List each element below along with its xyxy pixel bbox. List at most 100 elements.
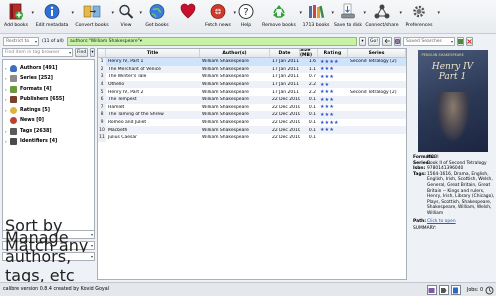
path-row: Path: Click to open [413,219,495,225]
cell-title: Romeo and Juliet [108,120,147,126]
edit-metadata-button[interactable]: Edit metadata ▾ [32,0,74,34]
help-label: Help [240,23,252,28]
tag-find-input[interactable]: Find item in tag browser ▾ [2,48,74,57]
tag-category-news[interactable]: News [0] [3,116,94,127]
row-number-header [98,49,106,57]
tag-browser-icon [441,287,447,293]
path-link[interactable]: Click to open [427,219,495,225]
table-row[interactable]: 4 Othello William Shakespeare 17 Jan 2011 2.… [98,80,406,89]
book-cover[interactable]: PENGUIN SHAKESPEARE Henry IV Part 1 [417,50,488,152]
table-row[interactable]: 11 Julius Caesar William Shakespeare 22 Dec… [98,133,406,142]
tag-browser-tree[interactable]: › Authors [491] › Series [252] › Formats… [2,59,95,239]
row-number: 9 [98,118,106,127]
save-search-button[interactable] [457,36,464,46]
view-button[interactable]: View ▾ [112,0,142,34]
preferences-dropdown-icon[interactable]: ▾ [437,10,440,16]
cell-author: William Shakespeare [202,135,249,141]
table-row[interactable]: 10 Macbeth William Shakespeare 22 Dec 2010 0… [98,126,406,134]
delete-search-icon [467,38,472,44]
clear-search-button[interactable] [382,36,392,46]
tag-category-tags[interactable]: › Tags [2638] [3,126,94,137]
cell-date: 17 Jan 2011 [272,82,299,88]
table-row[interactable]: 5 Henry IV, Part 2 William Shakespeare 17 J… [98,88,406,96]
book-list-table[interactable]: Title Author(s) Date Size (MB) Rating Se… [97,48,407,280]
search-options-button[interactable]: ▾ [359,36,366,46]
fetch-news-button[interactable]: Fetch news ▾ [202,0,236,34]
cell-date: 22 Dec 2010 [272,112,300,118]
jobs-indicator[interactable]: Jobs: 0 [467,288,483,293]
recycle-icon [270,2,288,20]
flag-icon[interactable] [394,36,401,46]
summary-row: SUMMARY: [413,226,495,232]
save-to-disk-label: Save to disk [333,23,363,28]
connect-share-label: Connect/share [365,23,399,28]
library-icon [307,2,325,20]
donate-button[interactable] [174,0,202,34]
row-number: 6 [98,95,106,104]
tag-category-series[interactable]: › Series [252] [3,74,94,85]
preferences-button[interactable]: Preferences ▾ [400,0,440,34]
column-header-series[interactable]: Series [348,49,406,57]
save-search-icon [458,38,463,44]
column-header-author[interactable]: Author(s) [200,49,270,57]
tag-category-authors[interactable]: › Authors [491] [3,63,94,74]
cell-title: The Winter's Tale [108,74,147,80]
table-row[interactable]: 9 Romeo and Juliet William Shakespeare 22 D… [98,118,406,127]
table-row[interactable]: 2 The Merchant of Venice William Shakespea… [98,65,406,74]
connect-share-button[interactable]: Connect/share ▾ [364,0,402,34]
tag-category-publishers[interactable]: › Publishers [655] [3,95,94,106]
add-books-label: Add books [4,23,28,28]
cell-rating: ★★★ [320,127,335,134]
get-books-button[interactable]: Get books [140,0,174,34]
cell-size: 0.1 [308,135,316,141]
cell-size: 0.1 [308,127,316,133]
delete-search-button[interactable] [466,36,473,46]
cell-title: Hamlet [108,104,125,110]
cell-rating: ★★★ [320,104,335,111]
tag-category-label: News [0] [20,118,44,124]
find-button[interactable]: Find [75,48,89,57]
add-books-button[interactable]: Add books ▾ [0,0,34,34]
cover-browser-toggle[interactable] [426,285,437,295]
restrict-to-select[interactable]: Restrict to ▾ [3,36,39,46]
search-input[interactable]: authors:"William Shakespeare" ▾ [67,36,357,46]
save-to-disk-button[interactable]: Save to disk ▾ [332,0,366,34]
tag-category-formats[interactable]: › Formats [4] [3,84,94,95]
column-header-size[interactable]: Size (MB) [300,49,318,58]
column-header-title[interactable]: Title [106,49,200,57]
table-row[interactable]: 6 The Tempest William Shakespeare 22 Dec 20… [98,95,406,104]
cell-rating: ★★★ [320,89,335,96]
tag-category-label: Identifiers [4] [20,139,58,145]
table-row[interactable]: 1 Henry IV, Part 1 William Shakespeare 17 J… [98,58,406,66]
globe-icon [148,2,166,20]
summary-key: SUMMARY: [413,226,436,232]
library-button[interactable]: 1713 books ▾ [300,0,334,34]
book-details-toggle[interactable] [450,285,461,295]
tag-browser-toggle[interactable] [438,285,449,295]
search-history-icon[interactable]: ▾ [140,39,142,44]
cell-author: William Shakespeare [202,66,249,72]
table-row[interactable]: 7 Hamlet William Shakespeare 22 Dec 2010 0.1… [98,103,406,112]
go-button[interactable]: Go! [368,36,380,46]
remove-books-button[interactable]: Remove books ▾ [258,0,302,34]
table-row[interactable]: 8 The Taming of the Shrew William Shakespe… [98,111,406,119]
tag-category-label: Ratings [5] [20,107,50,113]
help-button[interactable]: ? Help [234,0,258,34]
edit-metadata-label: Edit metadata [35,23,69,28]
cell-date: 17 Jan 2011 [272,66,299,72]
find-options-button[interactable]: ▾ [90,48,95,57]
manage-button[interactable]: Manage authors, tags, etc ▾ [2,228,95,285]
help-icon: ? [237,2,255,20]
search-count: (11 of all) [42,38,64,44]
table-row[interactable]: 3 The Winter's Tale William Shakespeare 17 … [98,73,406,81]
preferences-label: Preferences [405,23,433,28]
saved-searches-select[interactable]: Saved Searches ▾ [403,36,455,46]
convert-books-button[interactable]: Convert books ▾ [72,0,114,34]
column-header-rating[interactable]: Rating [318,49,348,57]
tag-category-identifiers[interactable]: › Identifiers [4] [3,137,94,148]
row-number: 3 [98,73,106,81]
star-icon [10,106,17,114]
fetch-news-label: Fetch news [205,23,231,28]
column-header-date[interactable]: Date [270,49,300,57]
tag-category-ratings[interactable]: › Ratings [5] [3,105,94,116]
